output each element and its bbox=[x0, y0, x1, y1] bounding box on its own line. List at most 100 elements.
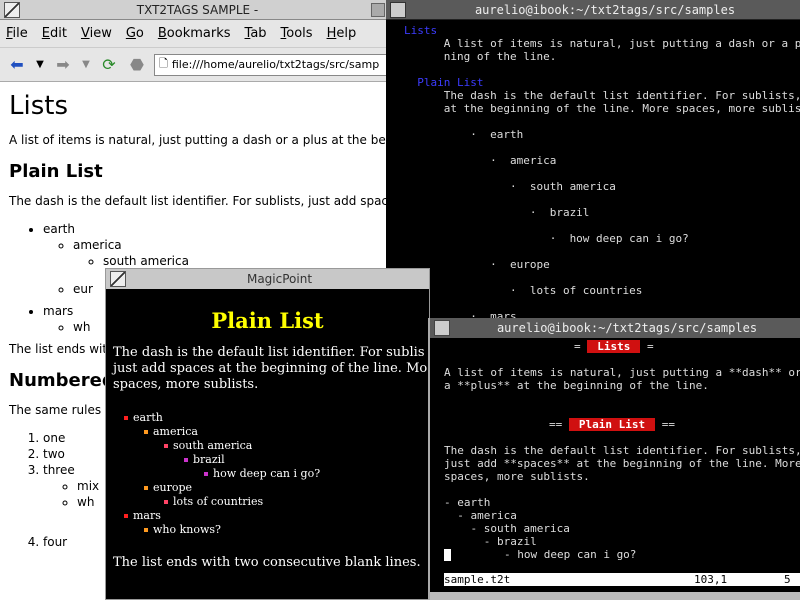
menu-edit[interactable]: Edit bbox=[42, 26, 67, 41]
bullet-icon bbox=[124, 416, 128, 420]
slide-list-item: brazil bbox=[124, 453, 429, 467]
intro-paragraph: A list of items is natural, just putting… bbox=[9, 133, 390, 147]
buffer-line: The dash is the default list identifier.… bbox=[444, 444, 800, 457]
slide-list-item: south america bbox=[124, 439, 429, 453]
magicpoint-window: MagicPoint Plain List The dash is the de… bbox=[105, 268, 430, 600]
bullet-icon bbox=[124, 514, 128, 518]
terminal-line: · brazil bbox=[404, 206, 590, 219]
status-filename: sample.t2t bbox=[444, 573, 511, 586]
terminal-2-titlebar[interactable]: aurelio@ibook:~/txt2tags/src/samples bbox=[430, 318, 800, 338]
slide-list-item: europe bbox=[124, 481, 429, 495]
menu-go[interactable]: Go bbox=[126, 26, 144, 41]
list-item: south america bbox=[103, 254, 388, 268]
text-cursor bbox=[444, 549, 451, 561]
browser-toolbar: ⬅ ▼ ➡ ▼ ⟳ ⬣ 🗋 file:///home/aurelio/txt2t… bbox=[0, 48, 388, 82]
slide-list-item-text: europe bbox=[153, 481, 193, 494]
terminal-line: Plain List bbox=[404, 76, 484, 89]
plain-list-heading: Plain List bbox=[9, 161, 103, 182]
slide-list-item-text: america bbox=[153, 425, 198, 438]
terminal-line: A list of items is natural, just putting… bbox=[404, 37, 800, 50]
terminal-line: · europe bbox=[404, 258, 550, 271]
buffer-line: - earth bbox=[444, 496, 491, 509]
plain-list-paragraph: The dash is the default list identifier.… bbox=[9, 194, 390, 208]
url-text: file:///home/aurelio/txt2tags/src/samp bbox=[171, 58, 380, 71]
terminal-line: · south america bbox=[404, 180, 616, 193]
page-icon: 🗋 bbox=[159, 57, 168, 70]
slide-list-item: earth bbox=[124, 411, 429, 425]
status-position: 103,1 bbox=[694, 573, 728, 586]
browser-titlebar[interactable]: TXT2TAGS SAMPLE - bbox=[0, 0, 388, 20]
menu-bookmarks[interactable]: Bookmarks bbox=[158, 26, 231, 41]
bullet-icon bbox=[204, 472, 208, 476]
buffer-line: - america bbox=[444, 509, 517, 522]
slide-list-item-text: mars bbox=[133, 509, 161, 522]
bullet-icon bbox=[144, 528, 148, 532]
slide-list-item: america bbox=[124, 425, 429, 439]
slide-list-item-text: lots of countries bbox=[173, 495, 264, 508]
reload-icon[interactable]: ⟳ bbox=[98, 54, 120, 76]
buffer-line: - south america bbox=[444, 522, 570, 535]
scrollbar[interactable] bbox=[430, 592, 800, 600]
back-icon[interactable]: ⬅ bbox=[6, 54, 28, 76]
forward-icon[interactable]: ➡ bbox=[52, 54, 74, 76]
browser-menubar: File Edit View Go Bookmarks Tab Tools He… bbox=[0, 20, 388, 48]
terminal-line: · how deep can i go? bbox=[404, 232, 689, 245]
plain-list-heading: Plain List bbox=[568, 418, 656, 431]
minimize-icon[interactable] bbox=[371, 2, 385, 17]
slide-list-item-text: who knows? bbox=[153, 523, 221, 536]
slide[interactable]: Plain List The dash is the default list … bbox=[106, 291, 429, 599]
bullet-icon bbox=[144, 430, 148, 434]
lists-heading: Lists bbox=[587, 340, 641, 353]
bullet-icon bbox=[144, 486, 148, 490]
buffer-line: - how deep can i go? bbox=[451, 548, 637, 561]
bullet-icon bbox=[184, 458, 188, 462]
slide-list-item-text: brazil bbox=[193, 453, 225, 466]
back-dropdown-icon[interactable]: ▼ bbox=[34, 54, 46, 76]
forward-dropdown-icon[interactable]: ▼ bbox=[80, 54, 92, 76]
list-item: america south america bbox=[73, 238, 388, 268]
window-menu-icon[interactable] bbox=[434, 320, 450, 336]
magicpoint-title: MagicPoint bbox=[246, 272, 313, 286]
slide-list-item: who knows? bbox=[124, 523, 429, 537]
bullet-icon bbox=[164, 500, 168, 504]
terminal-line: · america bbox=[404, 154, 557, 167]
window-menu-icon[interactable] bbox=[4, 1, 20, 18]
url-field[interactable]: 🗋 file:///home/aurelio/txt2tags/src/samp bbox=[154, 53, 388, 76]
menu-help[interactable]: Help bbox=[327, 26, 357, 41]
slide-paragraph: The dash is the default list identifier.… bbox=[113, 345, 428, 392]
menu-file[interactable]: File bbox=[6, 26, 28, 41]
buffer-line: just add **spaces** at the beginning of … bbox=[444, 457, 800, 470]
terminal-1-output[interactable]: Lists A list of items is natural, just p… bbox=[404, 24, 800, 340]
terminal-1-title: aurelio@ibook:~/txt2tags/src/samples bbox=[474, 2, 736, 17]
stop-icon[interactable]: ⬣ bbox=[126, 54, 148, 76]
menu-view[interactable]: View bbox=[81, 26, 112, 41]
buffer-line: - brazil bbox=[444, 535, 537, 548]
status-percent: 5 bbox=[784, 573, 791, 586]
vim-statusline: sample.t2t 103,1 5 bbox=[444, 573, 800, 586]
buffer-line: spaces, more sublists. bbox=[444, 470, 590, 483]
window-menu-icon[interactable] bbox=[390, 1, 406, 18]
slide-list-item-text: south america bbox=[173, 439, 253, 452]
browser-title: TXT2TAGS SAMPLE - bbox=[136, 2, 259, 17]
slide-list-item: mars bbox=[124, 509, 429, 523]
page-title: Lists bbox=[9, 91, 68, 121]
magicpoint-titlebar[interactable]: MagicPoint bbox=[106, 269, 429, 289]
window-menu-icon[interactable] bbox=[110, 271, 126, 287]
menu-tab[interactable]: Tab bbox=[245, 26, 267, 41]
menu-tools[interactable]: Tools bbox=[281, 26, 313, 41]
slide-footer: The list ends with two consecutive blank… bbox=[113, 555, 421, 570]
slide-list-item: lots of countries bbox=[124, 495, 429, 509]
slide-list: earth america south america brazil how deep … bbox=[124, 411, 429, 537]
buffer-line: a **plus** at the beginning of the line. bbox=[444, 379, 709, 392]
terminal-line: The dash is the default list identifier.… bbox=[404, 89, 800, 102]
terminal-1-titlebar[interactable]: aurelio@ibook:~/txt2tags/src/samples bbox=[386, 0, 800, 20]
vim-buffer[interactable]: = Lists = A list of items is natural, ju… bbox=[444, 340, 800, 572]
buffer-line: A list of items is natural, just putting… bbox=[444, 366, 800, 379]
